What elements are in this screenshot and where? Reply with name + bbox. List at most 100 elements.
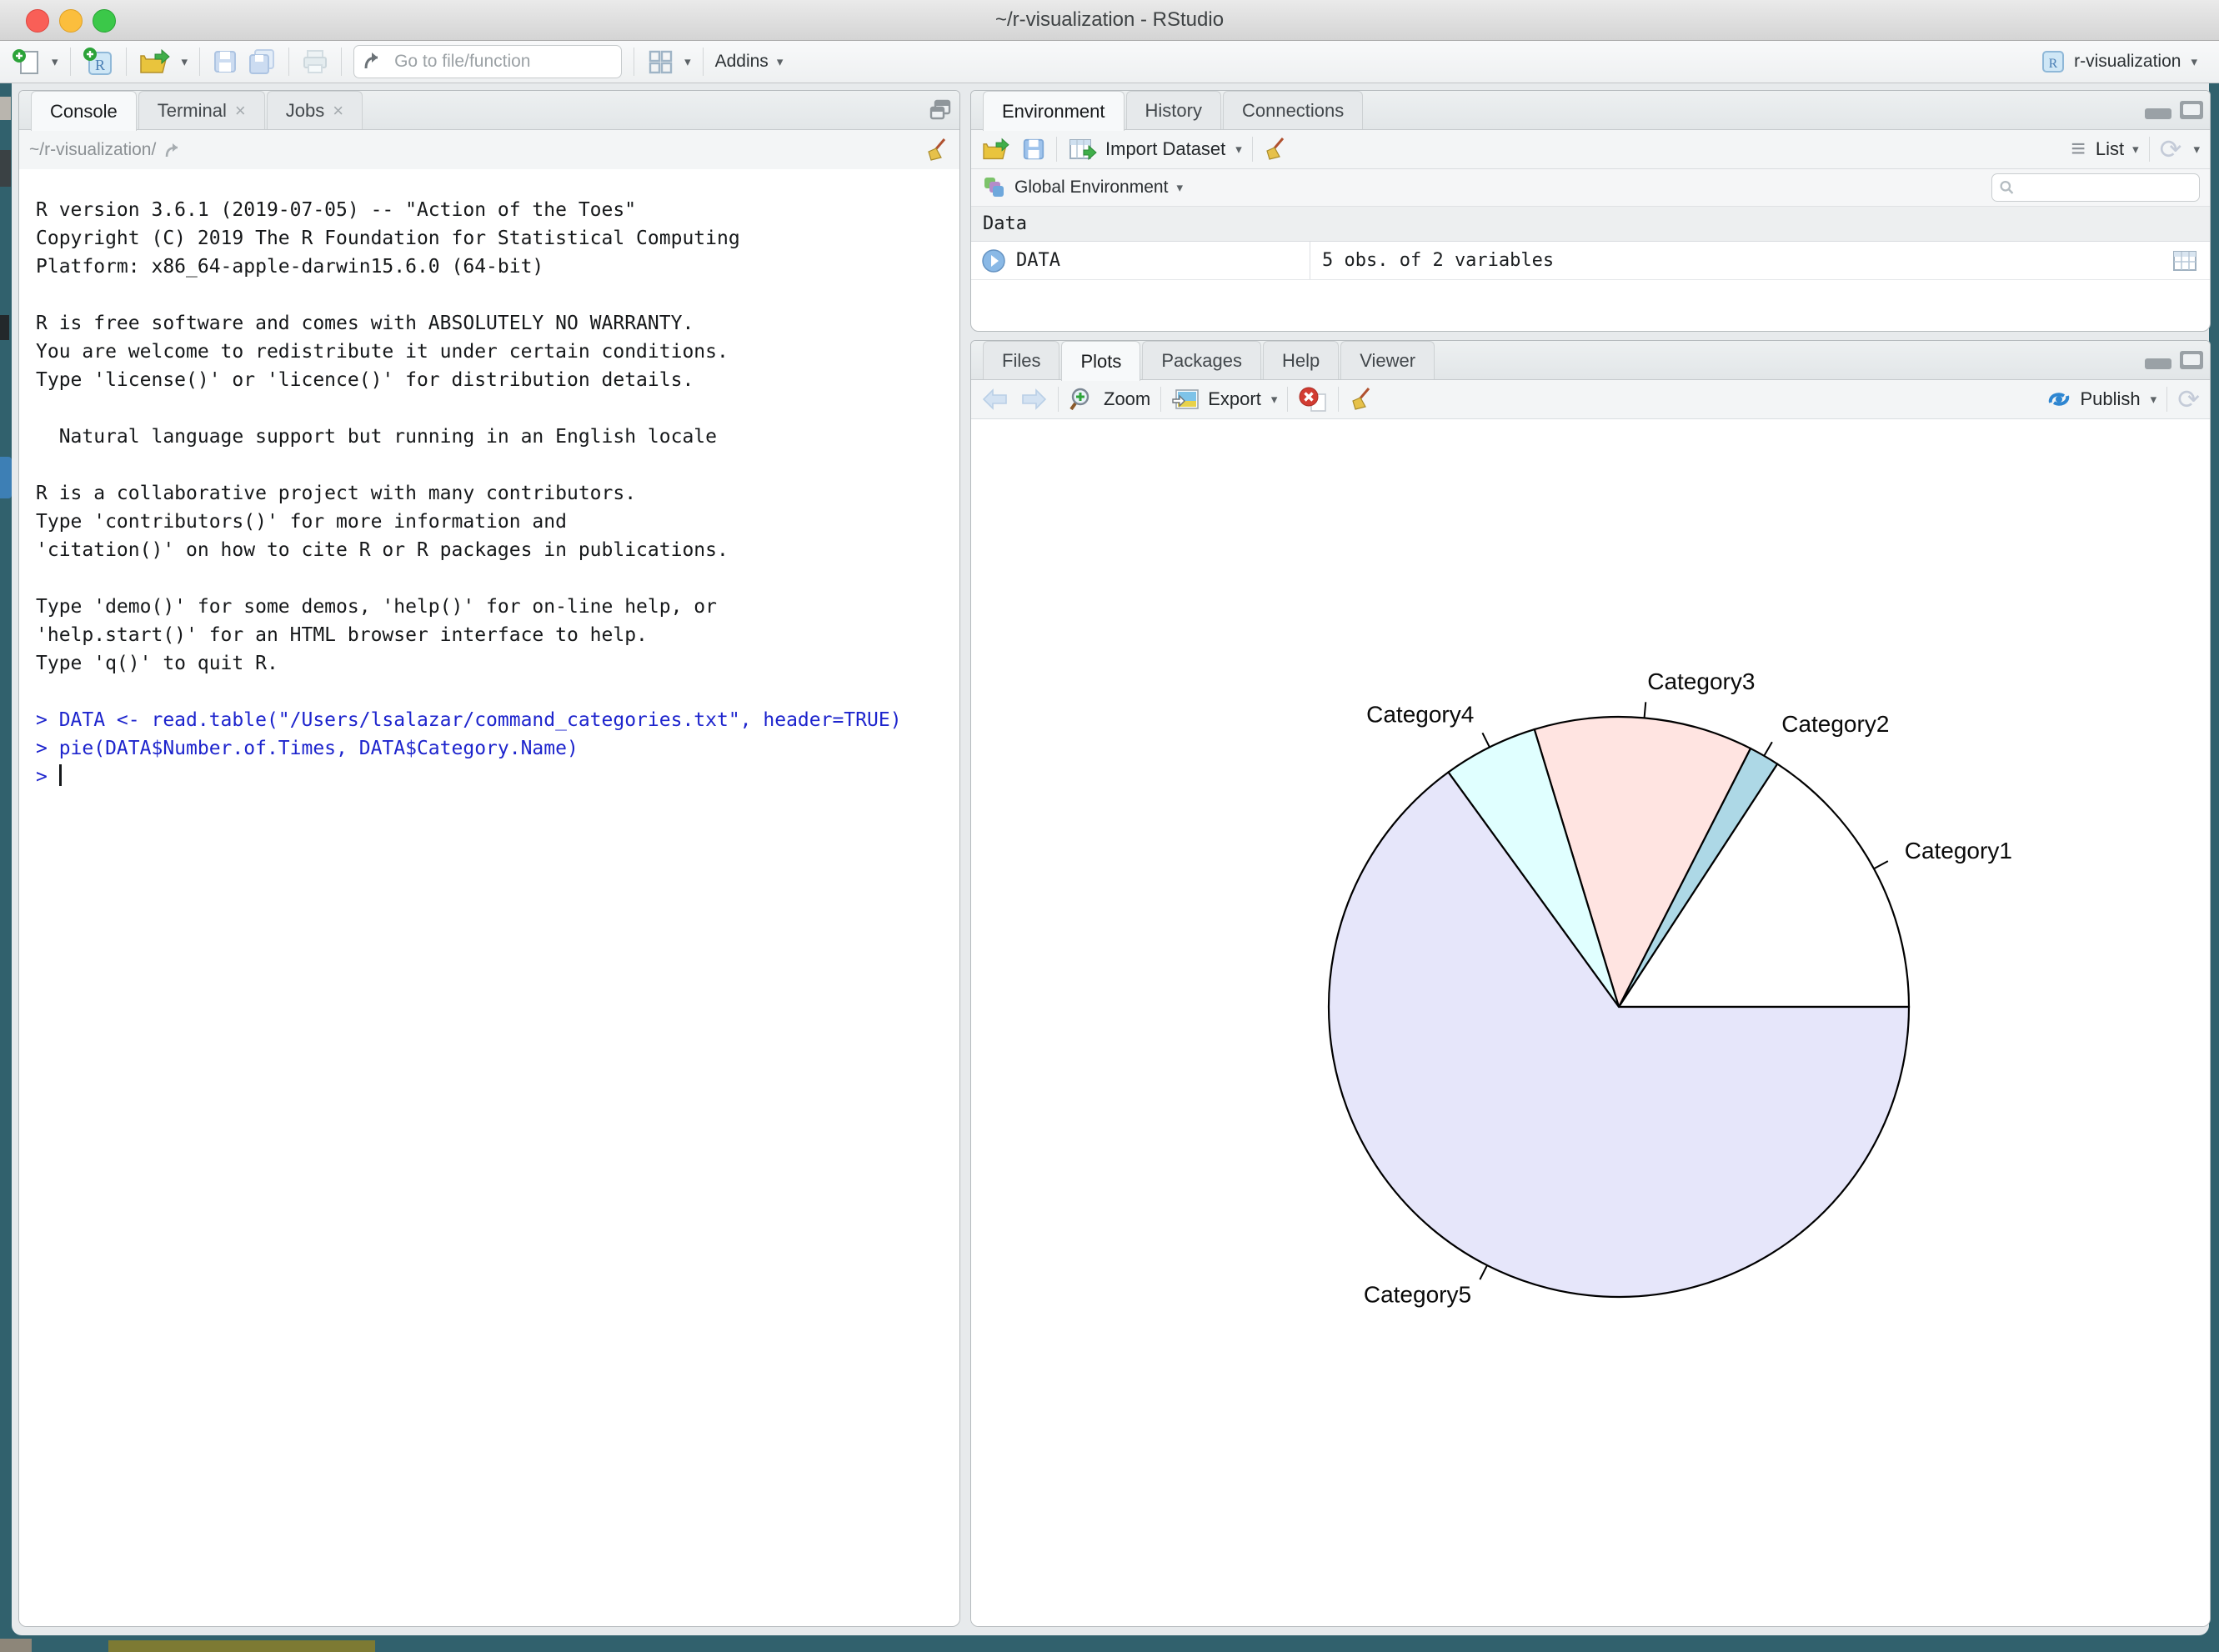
console-header: ~/r-visualization/ bbox=[19, 130, 959, 170]
export-plot-label: Export bbox=[1208, 388, 1261, 410]
zoom-magnifier-icon bbox=[1069, 386, 1095, 413]
addins-dropdown-icon: ▾ bbox=[777, 54, 784, 69]
tab-jobs[interactable]: Jobs× bbox=[267, 91, 363, 129]
open-file-icon[interactable] bbox=[138, 48, 172, 76]
console-output-line bbox=[36, 281, 959, 309]
view-mode-dropdown[interactable]: List ▾ bbox=[2096, 138, 2139, 160]
toolbar-separator bbox=[126, 48, 127, 76]
maximize-pane-icon[interactable] bbox=[2180, 101, 2203, 119]
minimize-pane-icon[interactable] bbox=[2145, 358, 2171, 369]
tab-viewer[interactable]: Viewer bbox=[1340, 341, 1435, 379]
console-output-line bbox=[36, 394, 959, 423]
desktop-edge-item bbox=[0, 97, 11, 120]
environment-section-header: Data bbox=[971, 207, 2210, 242]
pie-label-line bbox=[1480, 1265, 1487, 1279]
clear-environment-icon[interactable] bbox=[1263, 137, 1288, 162]
environment-scope-dropdown-icon: ▾ bbox=[1176, 180, 1183, 195]
refresh-environment-icon[interactable]: ⟳ bbox=[2160, 136, 2182, 163]
tab-label: Plots bbox=[1080, 351, 1121, 373]
refresh-dropdown-icon[interactable]: ▾ bbox=[2193, 142, 2200, 157]
previous-plot-icon[interactable] bbox=[981, 388, 1009, 411]
close-tab-icon[interactable]: × bbox=[235, 102, 246, 120]
tab-environment[interactable]: Environment bbox=[983, 91, 1125, 131]
console-output[interactable]: R version 3.6.1 (2019-07-05) -- "Action … bbox=[19, 169, 959, 1626]
toolbar-separator bbox=[199, 48, 200, 76]
show-directory-arrow-icon[interactable] bbox=[164, 140, 186, 160]
restore-pane-icon[interactable] bbox=[928, 98, 953, 123]
load-workspace-icon[interactable] bbox=[981, 137, 1011, 162]
view-data-grid-icon[interactable] bbox=[2171, 249, 2198, 273]
tab-label: Connections bbox=[1242, 100, 1344, 122]
tab-files[interactable]: Files bbox=[983, 341, 1059, 379]
environment-search-input[interactable] bbox=[2021, 178, 2192, 198]
tab-history[interactable]: History bbox=[1126, 91, 1221, 129]
plots-tab-bar: Files Plots Packages Help Viewer bbox=[971, 341, 2210, 380]
console-output-line: Platform: x86_64-apple-darwin15.6.0 (64-… bbox=[36, 253, 959, 281]
desktop-edge-item bbox=[0, 315, 9, 340]
desktop-edge-item bbox=[0, 1639, 32, 1652]
panes-layout-dropdown-icon[interactable]: ▾ bbox=[684, 54, 691, 69]
tab-label: Help bbox=[1282, 350, 1320, 372]
save-all-icon[interactable] bbox=[247, 48, 277, 76]
environment-scope-selector[interactable]: Global Environment ▾ bbox=[1014, 178, 1183, 198]
import-dataset-button[interactable]: Import Dataset ▾ bbox=[1067, 137, 1242, 162]
panes-layout-icon[interactable] bbox=[646, 48, 674, 76]
tab-packages[interactable]: Packages bbox=[1142, 341, 1261, 379]
addins-menu[interactable]: Addins ▾ bbox=[715, 52, 784, 72]
console-prompt-line[interactable]: > bbox=[36, 763, 959, 791]
new-file-dropdown-icon[interactable]: ▾ bbox=[52, 54, 58, 69]
clear-all-plots-icon[interactable] bbox=[1349, 387, 1374, 412]
tab-help[interactable]: Help bbox=[1263, 341, 1339, 379]
zoom-plot-label: Zoom bbox=[1104, 388, 1150, 410]
tab-label: Terminal bbox=[158, 100, 227, 122]
tab-console[interactable]: Console bbox=[31, 91, 137, 131]
print-icon[interactable] bbox=[301, 48, 329, 75]
environment-search[interactable] bbox=[1991, 173, 2200, 202]
project-menu[interactable]: R r-visualization ▾ bbox=[2041, 49, 2197, 74]
rstudio-window: ~/r-visualization - RStudio ▾ R bbox=[0, 0, 2219, 1652]
goto-file-input[interactable] bbox=[393, 51, 613, 73]
tab-label: Environment bbox=[1002, 101, 1105, 123]
tab-plots[interactable]: Plots bbox=[1061, 341, 1140, 381]
export-plot-button[interactable]: Export ▾ bbox=[1171, 388, 1277, 411]
environment-object-row[interactable]: DATA 5 obs. of 2 variables bbox=[971, 242, 2210, 280]
console-output-line bbox=[36, 451, 959, 479]
publish-label: Publish bbox=[2081, 388, 2141, 410]
text-cursor bbox=[59, 764, 62, 786]
tab-label: History bbox=[1145, 100, 1202, 122]
toolbar-separator bbox=[1056, 137, 1057, 162]
maximize-pane-icon[interactable] bbox=[2180, 351, 2203, 369]
tab-label: Files bbox=[1002, 350, 1040, 372]
toolbar-separator bbox=[70, 48, 71, 76]
publish-button[interactable]: Publish ▾ bbox=[2046, 388, 2157, 410]
clear-console-icon[interactable] bbox=[924, 138, 949, 163]
remove-plot-icon[interactable] bbox=[1298, 386, 1328, 413]
expand-object-icon[interactable] bbox=[981, 248, 1006, 273]
new-file-icon[interactable] bbox=[12, 47, 42, 77]
minimize-pane-icon[interactable] bbox=[2145, 108, 2171, 119]
console-output-line: Type 'license()' or 'licence()' for dist… bbox=[36, 366, 959, 394]
pie-label-category3: Category3 bbox=[1647, 668, 1755, 694]
tab-terminal[interactable]: Terminal × bbox=[138, 91, 265, 129]
export-dropdown-icon: ▾ bbox=[1271, 392, 1278, 407]
list-view-icon: ≡ bbox=[2071, 137, 2086, 162]
object-name: DATA bbox=[1016, 250, 1060, 271]
open-file-dropdown-icon[interactable]: ▾ bbox=[182, 54, 188, 69]
next-plot-icon[interactable] bbox=[1019, 388, 1048, 411]
goto-file-search[interactable] bbox=[353, 45, 622, 78]
close-tab-icon[interactable]: × bbox=[333, 102, 343, 120]
pie-label-line bbox=[1645, 702, 1646, 718]
new-project-icon[interactable]: R bbox=[83, 46, 114, 78]
refresh-plot-icon[interactable]: ⟳ bbox=[2177, 386, 2200, 413]
save-icon[interactable] bbox=[212, 48, 238, 75]
save-workspace-icon[interactable] bbox=[1021, 137, 1046, 162]
console-output-line bbox=[36, 678, 959, 706]
console-output-line: Copyright (C) 2019 The R Foundation for … bbox=[36, 224, 959, 253]
tab-connections[interactable]: Connections bbox=[1223, 91, 1363, 129]
tab-label: Viewer bbox=[1360, 350, 1415, 372]
desktop-edge-item bbox=[108, 1640, 375, 1652]
environment-section-label: Data bbox=[983, 213, 1027, 234]
pie-label-line bbox=[1764, 742, 1772, 756]
zoom-plot-button[interactable]: Zoom bbox=[1069, 386, 1150, 413]
console-output-line: R version 3.6.1 (2019-07-05) -- "Action … bbox=[36, 196, 959, 224]
